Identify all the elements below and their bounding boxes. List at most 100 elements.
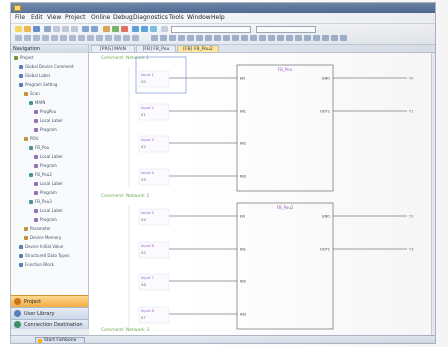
tree-item[interactable]: Scan	[24, 91, 40, 96]
nav-button-project[interactable]: Project	[11, 295, 88, 307]
tree-item[interactable]: Global Device Comment	[19, 64, 74, 69]
toolbar-icon-l[interactable]	[250, 35, 257, 41]
open-icon[interactable]	[24, 26, 31, 32]
menu-file[interactable]: File	[15, 14, 25, 21]
toolbar-icon-k[interactable]	[241, 35, 248, 41]
line-icon[interactable]	[51, 35, 58, 41]
stop-icon[interactable]	[121, 26, 128, 32]
tree-item[interactable]: Function Block	[19, 262, 54, 267]
menu-online[interactable]: Online	[91, 14, 110, 21]
tree-item[interactable]: Structured Data Types	[19, 253, 70, 258]
nav-button-user-library[interactable]: User Library	[11, 307, 88, 319]
contact-no-icon[interactable]	[15, 35, 22, 41]
zoom-select[interactable]	[256, 26, 316, 33]
tree-item[interactable]: Program	[34, 190, 57, 195]
tree-item[interactable]: Program	[34, 127, 57, 132]
menu-help[interactable]: Help	[211, 14, 225, 21]
cut-icon[interactable]	[53, 26, 60, 32]
zoom-icon[interactable]	[161, 26, 168, 32]
toolbar-icon-g[interactable]	[205, 35, 212, 41]
toolbar-icon-e[interactable]	[187, 35, 194, 41]
toolbar-icon-t[interactable]	[322, 35, 329, 41]
tree-item[interactable]: MAIN	[29, 100, 45, 105]
toolbar-icon-i[interactable]	[223, 35, 230, 41]
toolbar-icon-q[interactable]	[295, 35, 302, 41]
save-icon[interactable]	[33, 26, 40, 32]
tab-fb-pou[interactable]: [FB] FB_Pou	[136, 45, 176, 52]
tree-item[interactable]: Program Setting	[19, 82, 57, 87]
menu-tools[interactable]: Tools	[169, 14, 184, 21]
input-device-tag: X3	[141, 178, 146, 182]
coil-icon[interactable]	[33, 35, 40, 41]
input-var-icon[interactable]	[87, 35, 94, 41]
tree-item[interactable]: Program	[34, 163, 57, 168]
menu-debug[interactable]: Debug	[113, 14, 133, 21]
tree-item[interactable]: Device Memory	[24, 235, 61, 240]
tree-item[interactable]: Local Label	[34, 208, 62, 213]
output-var-icon[interactable]	[96, 35, 103, 41]
tree-item[interactable]: Local Label	[34, 181, 62, 186]
device-select[interactable]	[171, 26, 251, 33]
tree-item[interactable]: Device Initial Value	[19, 244, 63, 249]
menu-edit[interactable]: Edit	[31, 14, 43, 21]
paste-icon[interactable]	[71, 26, 78, 32]
comment-icon[interactable]	[78, 35, 85, 41]
menu-diagnostics[interactable]: Diagnostics	[133, 14, 168, 21]
editor-tabs: [PRG] MAIN [FB] FB_Pou [FB] FB_Pou2	[89, 45, 435, 53]
copy-icon[interactable]	[62, 26, 69, 32]
tree-item[interactable]: Program	[34, 217, 57, 222]
grid-icon[interactable]	[123, 35, 130, 41]
toolbar-icon-n[interactable]	[268, 35, 275, 41]
tree-item[interactable]: Local Label	[34, 118, 62, 123]
undo-icon[interactable]	[82, 26, 89, 32]
tab-fb-pou2[interactable]: [FB] FB_Pou2	[177, 45, 219, 52]
print-icon[interactable]	[44, 26, 51, 32]
tab-main[interactable]: [PRG] MAIN	[91, 45, 135, 52]
ladder-editor[interactable]: Comment: Network 1 FB_Pou Input 1 X0 EN Input…	[89, 53, 431, 335]
write-plc-icon[interactable]	[132, 26, 139, 32]
tree-item[interactable]: Project	[14, 55, 34, 60]
toolbar-icon-j[interactable]	[232, 35, 239, 41]
redo-icon[interactable]	[91, 26, 98, 32]
find-icon[interactable]	[103, 26, 110, 32]
menu-project[interactable]: Project	[65, 14, 86, 21]
toolbar-icon-p[interactable]	[286, 35, 293, 41]
toolbar-icon-c[interactable]	[169, 35, 176, 41]
tree-item[interactable]: POU	[24, 136, 39, 141]
toolbar-icon-m[interactable]	[259, 35, 266, 41]
tree-item[interactable]: FB_Pou2	[29, 172, 52, 177]
function-block-icon[interactable]	[42, 35, 49, 41]
tree-item[interactable]: FB_Pou3	[29, 199, 52, 204]
nav-button-connection[interactable]: Connection Destination	[11, 319, 88, 329]
read-plc-icon[interactable]	[141, 26, 148, 32]
tree-item[interactable]: ProgPou	[34, 109, 56, 114]
toolbar-icon-r[interactable]	[304, 35, 311, 41]
vertical-scrollbar[interactable]	[431, 53, 435, 335]
compile-icon[interactable]	[112, 26, 119, 32]
align-icon[interactable]	[132, 35, 139, 41]
menu-view[interactable]: View	[47, 14, 61, 21]
taskbar-start-button[interactable]: Start Fishbone	[35, 337, 85, 343]
toolbar-icon-v[interactable]	[340, 35, 347, 41]
input-variable-label: Input 8	[141, 309, 154, 313]
contact-nc-icon[interactable]	[24, 35, 31, 41]
menu-window[interactable]: Window	[187, 14, 211, 21]
toolbar-icon-o[interactable]	[277, 35, 284, 41]
select-icon[interactable]	[114, 35, 121, 41]
toolbar-icon-a[interactable]	[151, 35, 158, 41]
monitor-icon[interactable]	[150, 26, 157, 32]
tree-item[interactable]: Local Label	[34, 154, 62, 159]
tree-item[interactable]: Parameter	[24, 226, 51, 231]
tree-item[interactable]: Global Label	[19, 73, 50, 78]
toolbar-icon-d[interactable]	[178, 35, 185, 41]
connector-icon[interactable]	[105, 35, 112, 41]
toolbar-icon-h[interactable]	[214, 35, 221, 41]
toolbar-icon-u[interactable]	[331, 35, 338, 41]
toolbar-icon-b[interactable]	[160, 35, 167, 41]
jump-icon[interactable]	[60, 35, 67, 41]
toolbar-icon-f[interactable]	[196, 35, 203, 41]
toolbar-icon-s[interactable]	[313, 35, 320, 41]
new-icon[interactable]	[15, 26, 22, 32]
tree-item[interactable]: FB_Pou	[29, 145, 49, 150]
return-icon[interactable]	[69, 35, 76, 41]
